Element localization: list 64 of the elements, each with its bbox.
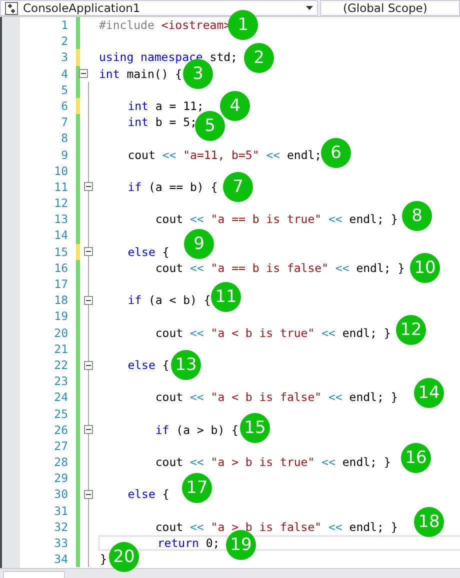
line-number: 26 xyxy=(53,422,69,438)
line-number: 14 xyxy=(53,227,69,244)
line-number: 10 xyxy=(53,162,69,179)
code-line: else { xyxy=(126,244,170,259)
project-icon xyxy=(5,2,18,14)
collapse-icon[interactable] xyxy=(84,360,93,370)
line-number: 4 xyxy=(60,66,69,82)
code-line: } xyxy=(100,552,107,566)
line-number: 13 xyxy=(53,211,69,228)
collapse-icon[interactable] xyxy=(84,296,93,305)
line-number: 15 xyxy=(53,244,69,260)
code-line: else { xyxy=(126,487,170,502)
line-number: 3 xyxy=(60,49,69,66)
line-number: 16 xyxy=(53,260,69,276)
line-number: 18 xyxy=(53,292,69,308)
line-number: 9 xyxy=(60,146,69,163)
collapse-icon[interactable] xyxy=(84,247,93,256)
caret-icon xyxy=(306,6,313,10)
scope-dropdown[interactable]: (Global Scope) xyxy=(320,0,460,16)
line-number: 32 xyxy=(53,518,69,535)
code-line: int main() { xyxy=(99,66,182,81)
line-number: 17 xyxy=(53,276,69,292)
code-line: using namespace std; xyxy=(99,50,238,64)
code-line: cout << "a < b is true" << endl; } xyxy=(154,326,391,340)
line-number: 1 xyxy=(60,17,69,34)
line-number: 5 xyxy=(60,82,69,98)
line-number: 28 xyxy=(53,454,69,470)
code-line: #include <iostream> xyxy=(99,18,231,32)
line-number: 23 xyxy=(53,373,69,390)
line-number: 2 xyxy=(60,33,69,50)
line-number: 8 xyxy=(60,130,69,146)
line-number: 30 xyxy=(53,486,69,503)
code-line: int a = 11; xyxy=(126,98,204,113)
code-line: cout << "a=11, b=5" << endl; xyxy=(126,148,322,162)
line-number: 25 xyxy=(53,406,69,422)
line-number: 29 xyxy=(53,470,69,486)
line-number: 19 xyxy=(53,308,69,325)
code-line: int b = 5; xyxy=(126,115,197,130)
collapse-icon[interactable] xyxy=(79,69,88,78)
code-line: cout << "a == b is true" << endl; } xyxy=(154,212,398,226)
line-number: 33 xyxy=(53,535,69,552)
line-number: 31 xyxy=(53,502,69,519)
line-number: 34 xyxy=(53,551,69,568)
line-number: 12 xyxy=(53,195,69,212)
code-line: if (a == b) { xyxy=(126,180,218,194)
line-number: 11 xyxy=(53,178,69,196)
code-line: cout << "a == b is false" << endl; } xyxy=(154,260,405,275)
collapse-icon[interactable] xyxy=(84,182,93,192)
code-line: cout << "a > b is true" << endl; } xyxy=(154,455,391,470)
collapse-icon[interactable] xyxy=(84,490,93,500)
line-number: 24 xyxy=(53,389,69,406)
line-number: 7 xyxy=(60,114,69,130)
code-line: if (a < b) { xyxy=(126,293,211,308)
line-number: 22 xyxy=(53,356,69,374)
code-line: cout << "a < b is false" << endl; } xyxy=(154,390,398,404)
line-number: 6 xyxy=(60,98,69,114)
line-number: 21 xyxy=(53,340,69,357)
collapse-icon[interactable] xyxy=(84,425,93,434)
line-number: 20 xyxy=(53,324,69,341)
project-dropdown[interactable]: ConsoleApplication1 xyxy=(0,0,318,16)
line-number: 27 xyxy=(53,438,69,454)
code-line: else { xyxy=(126,358,170,372)
code-line: return 0; xyxy=(156,536,220,550)
code-line: if (a > b) { xyxy=(154,422,238,437)
